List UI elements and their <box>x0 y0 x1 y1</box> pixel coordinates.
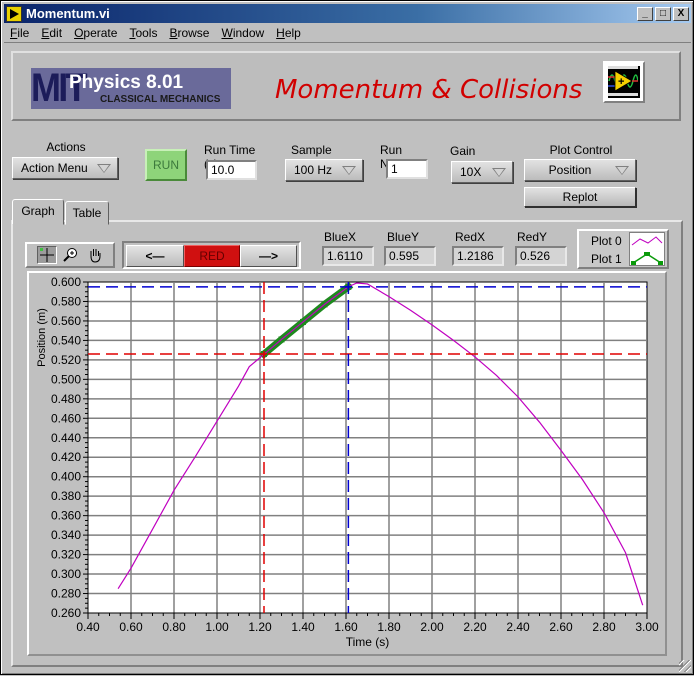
redy-value: 0.526 <box>515 246 567 266</box>
menu-file[interactable]: File <box>4 26 35 40</box>
redx-label: RedX <box>455 230 486 244</box>
plot-control-value: Position <box>548 163 592 177</box>
bluex-value: 1.6110 <box>322 246 374 266</box>
bluex-label: BlueX <box>324 230 357 244</box>
chevron-down-icon <box>97 164 111 173</box>
resize-grip[interactable] <box>679 660 691 672</box>
menu-help[interactable]: Help <box>270 26 307 40</box>
gain-value: 10X <box>460 165 482 179</box>
chevron-down-icon <box>342 166 356 175</box>
zoom-icon[interactable] <box>61 246 81 264</box>
bluey-value: 0.595 <box>384 246 436 266</box>
run-time-input[interactable]: 10.0 <box>206 160 257 180</box>
legend-plot1-label: Plot 1 <box>591 252 622 266</box>
menu-bar: File Edit Operate Tools Browse Window Help <box>4 24 691 43</box>
plot-control-dropdown[interactable]: Position <box>524 159 636 181</box>
menu-operate[interactable]: Operate <box>68 26 123 40</box>
menu-tools[interactable]: Tools <box>123 26 163 40</box>
replot-button[interactable]: Replot <box>524 187 636 207</box>
action-menu-value: Action Menu <box>21 161 88 175</box>
cursor-prev-button[interactable]: <— <box>126 245 184 267</box>
logo-title: Physics 8.01 <box>69 72 184 93</box>
menu-browse[interactable]: Browse <box>163 26 215 40</box>
svg-text:+: + <box>618 76 624 88</box>
redy-label: RedY <box>517 230 548 244</box>
plot-control-label: Plot Control <box>549 143 613 157</box>
actions-label: Actions <box>46 140 86 154</box>
vi-icon-frame: + <box>603 61 645 103</box>
cursor-control-group: <— RED —> <box>122 241 301 269</box>
run-number-input[interactable]: 1 <box>386 159 428 179</box>
cursor-next-button[interactable]: —> <box>240 245 297 267</box>
graph-tool-palette <box>25 242 115 268</box>
cursor-select-red-button[interactable]: RED <box>184 245 240 267</box>
run-button[interactable]: RUN <box>145 149 187 181</box>
graph-frame <box>27 271 667 656</box>
chevron-down-icon <box>492 168 506 177</box>
menu-window[interactable]: Window <box>215 26 270 40</box>
labview-vi-icon: + <box>608 66 640 98</box>
sample-rate-dropdown[interactable]: 100 Hz <box>285 159 363 181</box>
title-bar: Momentum.vi _ □ X <box>4 4 691 23</box>
sample-rate-value: 100 Hz <box>294 163 333 177</box>
legend-plot0-label: Plot 0 <box>591 234 622 248</box>
maximize-button[interactable]: □ <box>655 6 671 21</box>
gain-dropdown[interactable]: 10X <box>451 161 513 183</box>
tab-graph[interactable]: Graph <box>12 199 64 225</box>
minimize-button[interactable]: _ <box>637 6 653 21</box>
window-title: Momentum.vi <box>26 6 110 21</box>
gain-label: Gain <box>450 144 476 158</box>
page-title: Momentum & Collisions <box>275 75 583 105</box>
cursor-crosshair-icon[interactable] <box>37 246 57 264</box>
header-banner: MIT Physics 8.01 CLASSICAL MECHANICS Mom… <box>11 51 681 121</box>
legend-plot0-swatch <box>631 236 663 246</box>
bluey-label: BlueY <box>387 230 420 244</box>
legend-swatch[interactable] <box>629 232 665 266</box>
labview-window: Momentum.vi _ □ X File Edit Operate Tools Br… <box>0 0 694 675</box>
plot-legend: Plot 0 Plot 1 <box>577 229 669 269</box>
action-menu-dropdown[interactable]: Action Menu <box>12 157 118 179</box>
menu-edit[interactable]: Edit <box>35 26 68 40</box>
tab-table[interactable]: Table <box>65 201 109 225</box>
close-button[interactable]: X <box>673 6 689 21</box>
chevron-down-icon <box>615 166 629 175</box>
logo-subtitle: CLASSICAL MECHANICS <box>100 94 221 105</box>
mit-physics-logo: MIT Physics 8.01 CLASSICAL MECHANICS <box>31 68 231 109</box>
pan-hand-icon[interactable] <box>85 246 105 264</box>
labview-app-icon <box>6 5 22 22</box>
redx-value: 1.2186 <box>452 246 504 266</box>
